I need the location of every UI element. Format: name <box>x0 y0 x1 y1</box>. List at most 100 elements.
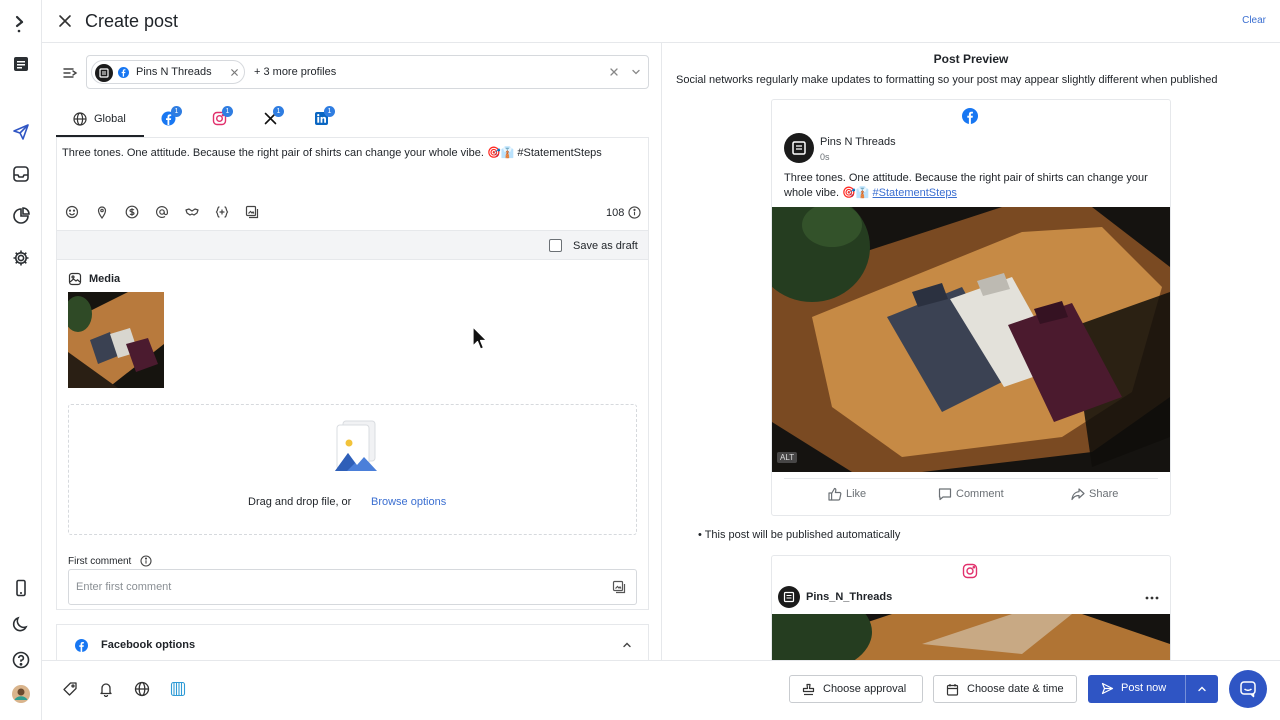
facebook-icon <box>75 639 88 652</box>
media-library-icon[interactable] <box>245 205 259 219</box>
tab-badge: 1 <box>273 106 284 117</box>
help-icon[interactable] <box>11 650 31 670</box>
media-thumbnail[interactable] <box>68 292 164 388</box>
network-tabs: Global 1 1 1 1 <box>56 103 649 137</box>
tab-badge: 1 <box>171 106 182 117</box>
instagram-preview-card: Pins_N_Threads <box>771 555 1171 660</box>
draft-bar: Save as draft <box>56 230 649 260</box>
left-rail <box>0 0 42 720</box>
post-now-label: Post now <box>1121 682 1167 694</box>
profile-avatar <box>95 64 113 82</box>
mobile-icon[interactable] <box>11 578 31 598</box>
post-options-toggle[interactable] <box>1185 675 1218 703</box>
inbox-icon[interactable] <box>11 164 31 184</box>
bell-icon[interactable] <box>98 681 114 697</box>
profiles-toggle-icon[interactable] <box>62 65 78 81</box>
preview-avatar <box>784 133 814 163</box>
preview-profile-name: Pins N Threads <box>820 136 896 148</box>
emoji-icon[interactable] <box>65 205 79 219</box>
composer-panel: Pins N Threads + 3 more profiles Global … <box>42 43 662 660</box>
thumbs-up-icon <box>828 487 842 501</box>
comment-icon <box>938 488 952 501</box>
mention-icon[interactable] <box>155 205 169 219</box>
choose-date-time-button[interactable]: Choose date & time <box>933 675 1077 703</box>
header: Create post Clear <box>42 0 1280 43</box>
preview-image: ALT <box>772 207 1170 472</box>
mouse-cursor-icon <box>472 326 488 352</box>
image-icon <box>68 272 82 286</box>
browse-options-link[interactable]: Browse options <box>371 496 446 508</box>
globe-icon <box>73 112 87 126</box>
dollar-icon[interactable] <box>125 205 139 219</box>
settings-icon[interactable] <box>11 248 31 268</box>
facebook-icon <box>118 67 129 78</box>
post-text[interactable]: Three tones. One attitude. Because the r… <box>62 146 602 159</box>
close-icon[interactable] <box>56 12 74 30</box>
preview-actions: Like Comment Share <box>784 478 1158 508</box>
drop-text: Drag and drop file, or <box>248 496 352 508</box>
tab-global[interactable]: Global <box>56 103 144 137</box>
analytics-icon[interactable] <box>11 206 31 226</box>
facebook-preview-card: Pins N Threads 0s Three tones. One attit… <box>771 99 1171 516</box>
dark-mode-icon[interactable] <box>11 614 31 634</box>
tab-global-label: Global <box>94 113 126 125</box>
clear-link[interactable]: Clear <box>1242 15 1266 26</box>
tab-linkedin[interactable]: 1 <box>307 103 337 137</box>
character-count: 108 <box>606 207 625 219</box>
tab-badge: 1 <box>324 106 335 117</box>
tab-x[interactable]: 1 <box>256 103 286 137</box>
media-library-icon[interactable] <box>612 580 626 594</box>
tab-facebook[interactable]: 1 <box>154 103 184 137</box>
approval-icon <box>802 683 815 696</box>
location-icon[interactable] <box>95 205 109 219</box>
profile-select[interactable]: Pins N Threads + 3 more profiles <box>86 55 649 89</box>
more-options-icon[interactable] <box>1144 590 1160 606</box>
instagram-avatar <box>778 586 800 608</box>
preview-note: Social networks regularly make updates t… <box>676 74 1218 86</box>
auto-publish-note: • This post will be published automatica… <box>698 529 901 541</box>
profile-chip-label: Pins N Threads <box>136 66 212 78</box>
save-as-draft-checkbox[interactable] <box>549 239 562 252</box>
save-as-draft-label[interactable]: Save as draft <box>573 240 638 252</box>
logo-icon[interactable] <box>11 14 31 34</box>
chat-button[interactable] <box>1229 670 1267 708</box>
like-label: Like <box>846 488 867 500</box>
more-profiles-label[interactable]: + 3 more profiles <box>254 66 336 78</box>
chevron-down-icon[interactable] <box>630 66 642 78</box>
preview-panel: Post Preview Social networks regularly m… <box>662 43 1280 660</box>
comment-label: Comment <box>956 488 1004 500</box>
media-dropzone[interactable]: Drag and drop file, or Browse options <box>68 404 637 535</box>
send-icon[interactable] <box>11 122 31 142</box>
chevron-up-icon[interactable] <box>621 639 633 651</box>
tab-badge: 1 <box>222 106 233 117</box>
handshake-icon[interactable] <box>185 205 199 219</box>
page-title: Create post <box>85 11 179 31</box>
instagram-profile-name: Pins_N_Threads <box>806 591 893 603</box>
avatar[interactable] <box>11 684 31 704</box>
preview-title: Post Preview <box>933 52 1009 66</box>
profile-chip[interactable]: Pins N Threads <box>91 60 245 84</box>
first-comment-input[interactable] <box>68 569 637 605</box>
instagram-preview-image <box>772 614 1170 660</box>
instagram-icon <box>962 563 978 579</box>
pattern-icon[interactable] <box>170 681 186 697</box>
first-comment-label: First comment <box>68 556 132 567</box>
media-label: Media <box>89 273 121 285</box>
choose-approval-button[interactable]: Choose approval <box>789 675 923 703</box>
post-now-button[interactable]: Post now <box>1088 675 1218 703</box>
tab-instagram[interactable]: 1 <box>205 103 235 137</box>
facebook-options-section[interactable]: Facebook options <box>56 624 649 660</box>
preview-text-body: Three tones. One attitude. Because the r… <box>784 172 1148 199</box>
preview-hashtag[interactable]: #StatementSteps <box>873 187 957 199</box>
media-section: Media Drag and drop file, or Browse opti… <box>56 260 649 610</box>
remove-profile-icon[interactable] <box>229 67 240 78</box>
calendar-icon[interactable] <box>11 54 31 74</box>
alt-badge[interactable]: ALT <box>777 452 798 463</box>
choose-date-time-label: Choose date & time <box>967 683 1064 695</box>
tag-icon[interactable] <box>62 681 78 697</box>
info-icon[interactable] <box>140 555 152 567</box>
clear-selection-icon[interactable] <box>608 66 620 78</box>
globe-icon[interactable] <box>134 681 150 697</box>
variables-icon[interactable] <box>215 205 229 219</box>
info-icon[interactable] <box>628 206 641 219</box>
